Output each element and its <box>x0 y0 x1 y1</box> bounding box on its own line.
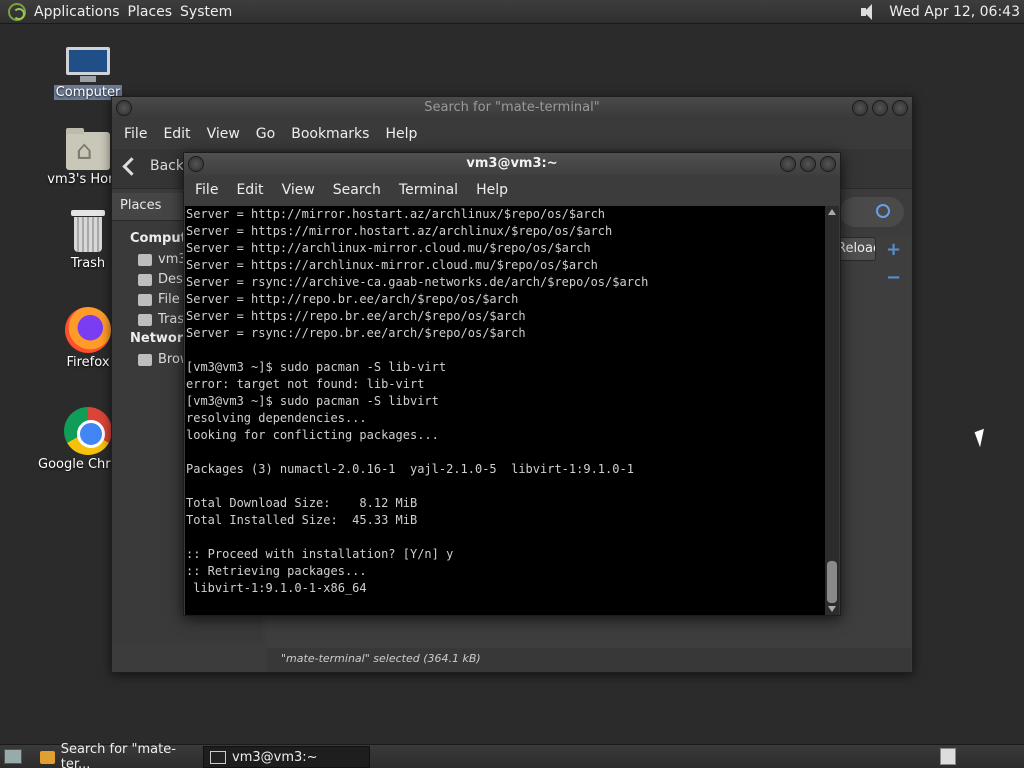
search-icon <box>876 204 890 218</box>
terminal-line: error: target not found: lib-virt <box>186 377 425 391</box>
term-menu-file[interactable]: File <box>186 182 227 198</box>
trash-small-icon <box>138 313 152 326</box>
terminal-line: Total Installed Size: 45.33 MiB <box>186 513 418 527</box>
terminal-line: Server = https://archlinux-mirror.cloud.… <box>186 258 598 272</box>
terminal-line: [vm3@vm3 ~]$ sudo pacman -S libvirt <box>186 394 439 408</box>
menu-places[interactable]: Places <box>128 4 181 20</box>
status-bar: "mate-terminal" selected (364.1 kB) <box>267 648 911 672</box>
menu-system[interactable]: System <box>180 4 240 20</box>
term-menu-help[interactable]: Help <box>467 182 517 198</box>
network-icon <box>138 353 152 366</box>
fm-menu-edit[interactable]: Edit <box>155 126 198 142</box>
trash-icon <box>71 210 105 252</box>
terminal-line: Server = rsync://repo.br.ee/arch/$repo/o… <box>186 326 526 340</box>
maximize-button[interactable] <box>800 156 816 172</box>
file-manager-titlebar[interactable]: Search for "mate-terminal" <box>112 97 912 119</box>
terminal-line: libvirt-1:9.1.0-1-x86_64 <box>186 581 367 595</box>
top-panel: Applications Places System Wed Apr 12, 0… <box>0 0 1024 24</box>
bottom-panel: Search for "mate-ter... vm3@vm3:~ <box>0 742 1024 768</box>
window-menu-icon[interactable] <box>188 156 204 172</box>
maximize-button[interactable] <box>872 100 888 116</box>
computer-icon <box>64 47 112 83</box>
terminal-icon <box>210 750 226 764</box>
taskbar-item-file-manager[interactable]: Search for "mate-ter... <box>34 742 200 768</box>
terminal-line: Server = http://archlinux-mirror.cloud.m… <box>186 241 591 255</box>
fm-menu-go[interactable]: Go <box>248 126 283 142</box>
terminal-line: Server = https://repo.br.ee/arch/$repo/o… <box>186 309 526 323</box>
terminal-output[interactable]: Server = http://mirror.hostart.az/archli… <box>185 206 825 615</box>
terminal-line: Total Download Size: 8.12 MiB <box>186 496 418 510</box>
add-criterion-icon[interactable]: + <box>886 239 901 260</box>
menu-applications[interactable]: Applications <box>34 4 128 20</box>
scroll-down-icon[interactable] <box>828 606 836 612</box>
term-menu-view[interactable]: View <box>273 182 324 198</box>
chrome-icon <box>64 407 112 455</box>
terminal-titlebar[interactable]: vm3@vm3:~ <box>184 153 840 175</box>
terminal-line: Server = https://mirror.hostart.az/archl… <box>186 224 613 238</box>
term-menu-search[interactable]: Search <box>324 182 390 198</box>
terminal-title: vm3@vm3:~ <box>466 156 558 171</box>
taskbar-item-terminal[interactable]: vm3@vm3:~ <box>203 746 370 768</box>
terminal-line: :: Retrieving packages... <box>186 564 367 578</box>
terminal-line: looking for conflicting packages... <box>186 428 439 442</box>
window-menu-icon[interactable] <box>116 100 132 116</box>
home-icon <box>138 253 152 266</box>
back-label: Back <box>150 158 184 174</box>
scroll-up-icon[interactable] <box>828 209 836 215</box>
fm-menu-bookmarks[interactable]: Bookmarks <box>283 126 377 142</box>
folder-icon <box>40 750 55 764</box>
terminal-window: vm3@vm3:~ File Edit View Search Terminal… <box>183 152 841 616</box>
term-menu-edit[interactable]: Edit <box>227 182 272 198</box>
mate-logo-icon[interactable] <box>8 2 26 21</box>
firefox-icon <box>65 307 111 353</box>
home-folder-icon <box>66 128 110 170</box>
terminal-menubar: File Edit View Search Terminal Help <box>184 175 840 205</box>
close-button[interactable] <box>820 156 836 172</box>
taskbar-item-label: Search for "mate-ter... <box>60 742 176 768</box>
system-tray: Wed Apr 12, 06:43 <box>859 0 1024 24</box>
terminal-line: Server = http://mirror.hostart.az/archli… <box>186 207 606 221</box>
volume-icon[interactable] <box>859 3 879 21</box>
terminal-line: resolving dependencies... <box>186 411 367 425</box>
taskbar-item-label: vm3@vm3:~ <box>232 749 318 765</box>
minimize-button[interactable] <box>780 156 796 172</box>
sidebar-item-home[interactable]: vm3 <box>138 252 187 267</box>
terminal-line: [vm3@vm3 ~]$ sudo pacman -S lib-virt <box>186 360 447 374</box>
workspace-switcher-icon[interactable] <box>940 748 956 765</box>
show-desktop-icon[interactable] <box>4 749 22 764</box>
terminal-line: Server = http://repo.br.ee/arch/$repo/os… <box>186 292 519 306</box>
fm-menu-file[interactable]: File <box>116 126 155 142</box>
drive-icon <box>138 293 152 306</box>
file-manager-title: Search for "mate-terminal" <box>424 100 600 115</box>
minimize-button[interactable] <box>852 100 868 116</box>
terminal-line: :: Proceed with installation? [Y/n] y <box>186 547 454 561</box>
terminal-line: Packages (3) numactl-2.0.16-1 yajl-2.1.0… <box>186 462 634 476</box>
desktop-icon <box>138 273 152 286</box>
back-button[interactable]: Back <box>120 155 184 177</box>
remove-criterion-icon[interactable]: − <box>886 267 901 288</box>
fm-menu-help[interactable]: Help <box>377 126 425 142</box>
clock[interactable]: Wed Apr 12, 06:43 <box>889 4 1024 20</box>
close-button[interactable] <box>892 100 908 116</box>
terminal-line: Server = rsync://archive-ca.gaab-network… <box>186 275 649 289</box>
back-arrow-icon <box>120 155 142 177</box>
term-menu-terminal[interactable]: Terminal <box>390 182 467 198</box>
file-manager-menubar: File Edit View Go Bookmarks Help <box>112 119 912 149</box>
terminal-scrollbar[interactable] <box>825 206 839 615</box>
mouse-cursor-icon <box>974 428 990 448</box>
scroll-thumb[interactable] <box>827 561 837 603</box>
fm-menu-view[interactable]: View <box>199 126 248 142</box>
desktop-icon-computer[interactable]: Computer <box>38 47 138 100</box>
search-field[interactable] <box>840 197 904 227</box>
